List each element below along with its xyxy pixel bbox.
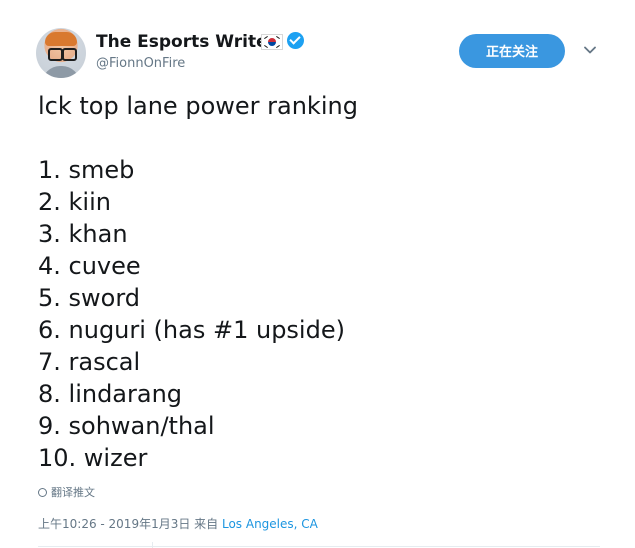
flag-trigram [264, 44, 268, 49]
flag-taeguk [268, 38, 276, 46]
ranking-item: 5. sword [38, 284, 141, 312]
divider-tick [152, 542, 153, 548]
flag-trigram [264, 35, 268, 40]
verified-badge-icon [287, 32, 304, 49]
ranking-item: 9. sohwan/thal [38, 412, 215, 440]
ranking-item: 8. lindarang [38, 380, 183, 408]
divider [38, 546, 600, 547]
avatar[interactable] [36, 28, 86, 78]
ranking-item: 3. khan [38, 220, 128, 248]
ranking-item: 2. kiin [38, 188, 111, 216]
ranking-item: 7. rascal [38, 348, 141, 376]
flag-trigram [276, 35, 280, 40]
tweet-header: The Esports Writer @FionnOnFire 正在关注 [36, 28, 606, 80]
author-handle[interactable]: @FionnOnFire [96, 56, 185, 71]
ranking-item: 10. wizer [38, 444, 148, 472]
tweet-timestamp[interactable]: 上午10:26 - 2019年1月3日 来自 [38, 517, 222, 531]
globe-icon [38, 488, 47, 497]
translate-label: 翻译推文 [51, 486, 95, 499]
ranking-item: 6. nuguri (has #1 upside) [38, 316, 345, 344]
avatar-shirt [42, 66, 80, 78]
avatar-hair [45, 32, 77, 46]
ranking-item: 4. cuvee [38, 252, 141, 280]
translate-tweet-link[interactable]: 翻译推文 [38, 484, 95, 500]
flag-trigram [276, 44, 280, 49]
chevron-down-icon[interactable] [584, 44, 596, 56]
following-button[interactable]: 正在关注 [459, 34, 565, 68]
avatar-glasses-left [48, 48, 63, 61]
tweet-text: lck top lane power ranking 1. smeb 2. ki… [38, 90, 598, 474]
tweet-location-link[interactable]: Los Angeles, CA [222, 517, 318, 531]
tweet-card: The Esports Writer @FionnOnFire 正在关注 lck… [0, 0, 635, 548]
south-korea-flag-icon [261, 34, 283, 50]
ranking-item: 1. smeb [38, 156, 135, 184]
tweet-title: lck top lane power ranking [38, 92, 358, 120]
tweet-metadata: 上午10:26 - 2019年1月3日 来自 Los Angeles, CA [38, 515, 318, 532]
avatar-glasses-right [62, 48, 77, 61]
author-display-name[interactable]: The Esports Writer [96, 32, 276, 52]
